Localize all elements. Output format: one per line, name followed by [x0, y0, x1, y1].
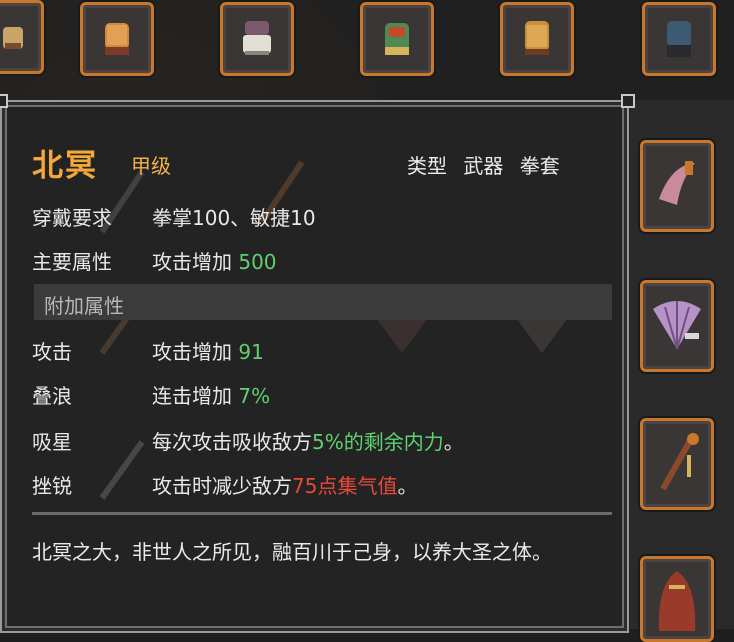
extra-attribute-label: 挫锐: [32, 474, 72, 498]
extra-attribute-value: 每次攻击吸收敌方5%的剩余内力。: [152, 426, 464, 455]
main-attribute-number: 500: [238, 250, 277, 274]
inventory-slot[interactable]: [642, 2, 716, 76]
extra-attribute-label: 叠浪: [32, 384, 72, 408]
extra-attribute-text: 每次攻击吸收敌方: [152, 430, 312, 454]
panel-corner: [621, 94, 635, 108]
item-description: 北冥之大，非世人之所见，融百川于己身，以养大圣之体。: [32, 540, 552, 564]
gauntlet-green-icon: [385, 23, 409, 55]
fan-icon: [653, 301, 701, 350]
extra-attribute-number: 91: [238, 340, 264, 364]
extra-attribute-value: 攻击增加 91: [152, 336, 264, 365]
crescent-blade-icon: [659, 161, 695, 205]
staff-icon: [660, 433, 699, 491]
inventory-slot[interactable]: [500, 2, 574, 76]
inventory-slot[interactable]: [640, 140, 714, 232]
gauntlet-gold-icon: [105, 23, 129, 55]
gauntlet-purple-icon: [243, 21, 271, 55]
extra-attribute-value: 连击增加 7%: [152, 380, 270, 409]
item-type: 类型 武器 拳套: [407, 150, 560, 179]
type-label: 类型: [407, 154, 447, 178]
requirements-label: 穿戴要求: [32, 206, 112, 230]
background-spear-icon: [99, 440, 145, 500]
extra-attribute-text: 攻击时减少敌方: [152, 474, 292, 498]
inventory-slot[interactable]: [640, 280, 714, 372]
hood-icon: [658, 571, 696, 631]
extra-attribute-suffix: 。: [397, 474, 418, 498]
extra-attribute-suffix: 。: [443, 430, 464, 454]
gauntlet-partial-icon: [3, 27, 23, 49]
inventory-slot[interactable]: [360, 2, 434, 76]
inventory-slot[interactable]: [220, 2, 294, 76]
gauntlet-tan-icon: [525, 21, 549, 55]
divider: [32, 512, 612, 515]
extra-attribute-text: 连击增加: [152, 384, 239, 408]
type-value: 武器 拳套: [463, 154, 560, 178]
panel-corner: [0, 94, 8, 108]
extra-attribute-value: 攻击时减少敌方75点集气值。: [152, 470, 417, 499]
main-attribute-label: 主要属性: [32, 250, 112, 274]
item-grade: 甲级: [131, 154, 171, 178]
extra-attribute-label: 攻击: [32, 340, 72, 364]
item-name: 北冥: [32, 148, 98, 184]
extra-attribute-number: 5%的剩余内力: [312, 430, 444, 454]
inventory-slot[interactable]: [0, 0, 44, 74]
extra-attributes-header: 附加属性: [34, 284, 612, 320]
main-attribute-value: 攻击增加 500: [152, 246, 277, 275]
extra-attribute-text: 攻击增加: [152, 340, 239, 364]
extra-attribute-label: 吸星: [32, 430, 72, 454]
inventory-slot[interactable]: [640, 556, 714, 642]
inventory-slot[interactable]: [640, 418, 714, 510]
inventory-slot[interactable]: [80, 2, 154, 76]
extra-attribute-number: 7%: [238, 384, 271, 408]
requirements-value: 拳掌100、敏捷10: [152, 206, 316, 230]
main-attribute-text: 攻击增加: [152, 250, 239, 274]
gauntlet-blue-icon: [667, 21, 691, 57]
extra-attributes-title: 附加属性: [44, 294, 124, 318]
extra-attribute-number: 75点集气值: [292, 474, 398, 498]
